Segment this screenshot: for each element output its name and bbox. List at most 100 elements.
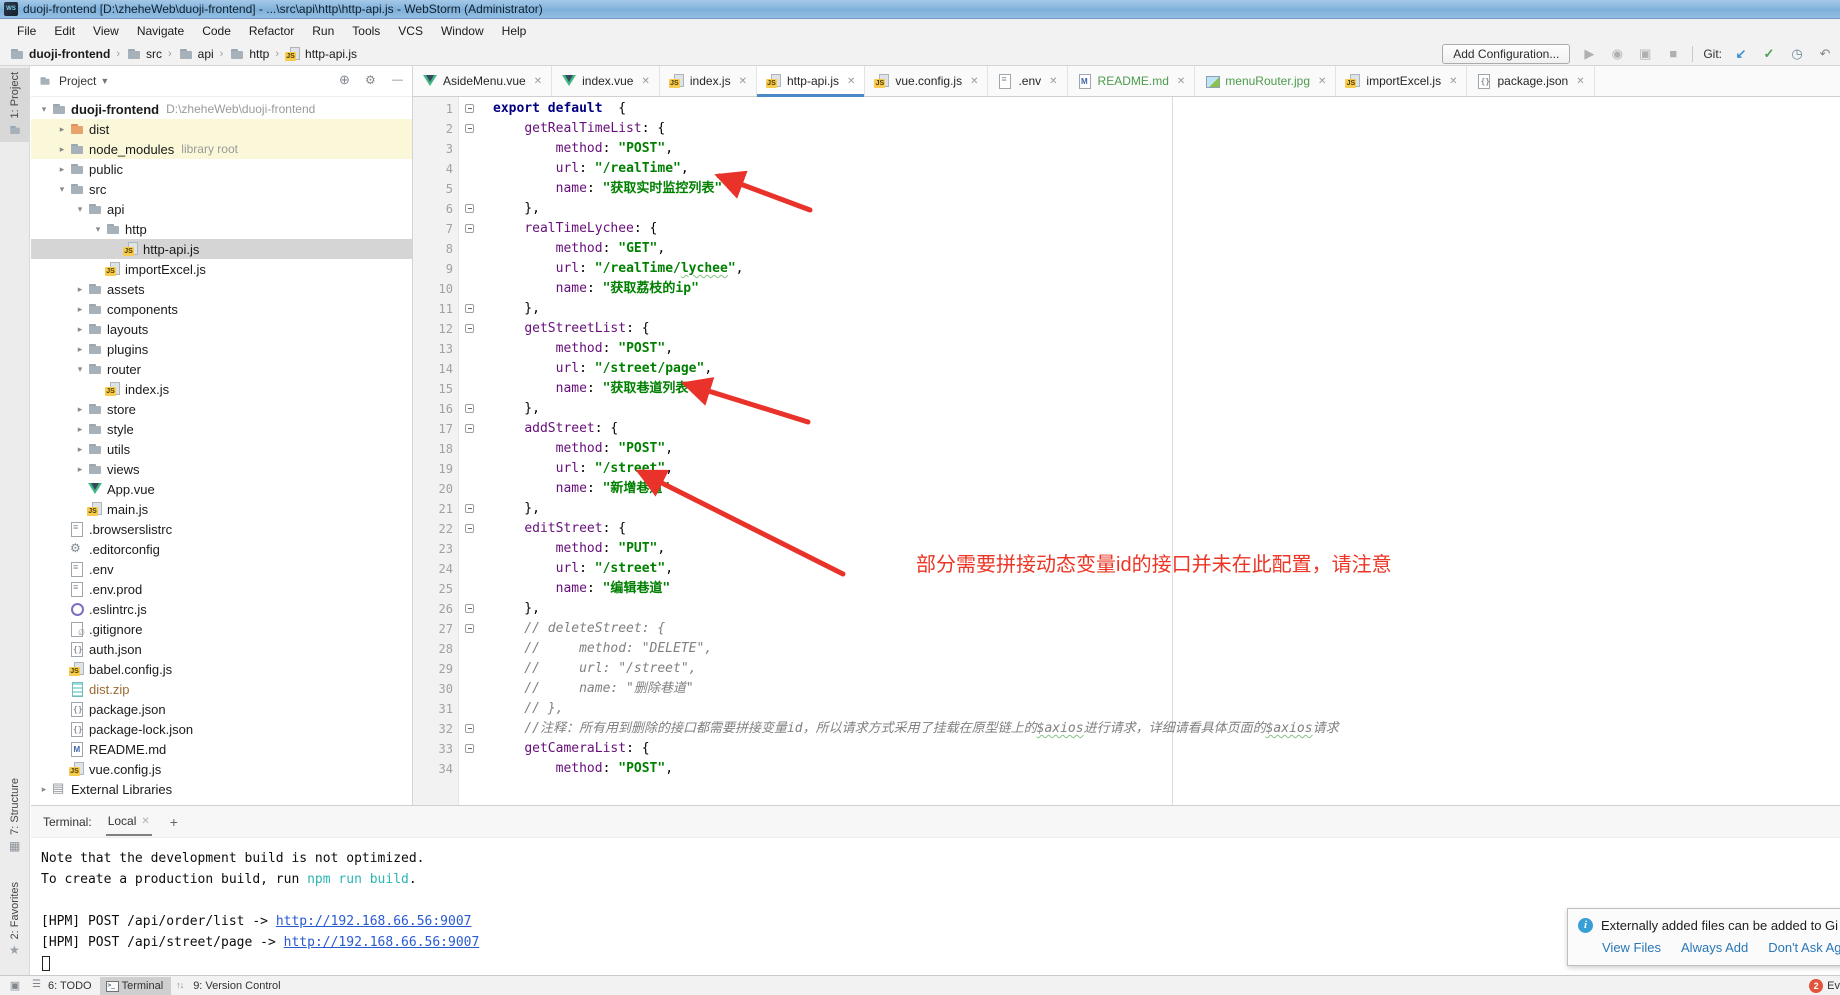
notification-action-don-t-ask-agai[interactable]: Don't Ask Agai [1768, 940, 1840, 955]
chevron-right-icon[interactable]: ▸ [73, 444, 87, 455]
code-line[interactable]: 4 url: "/realTime", [413, 159, 1840, 179]
gear-icon[interactable] [364, 73, 380, 89]
chevron-right-icon[interactable]: ▸ [73, 464, 87, 475]
chevron-right-icon[interactable]: ▸ [37, 784, 51, 795]
editor-tab[interactable]: index.vue✕ [552, 66, 660, 96]
code-line[interactable]: 11 }, [413, 299, 1840, 319]
code-line[interactable]: 18 method: "POST", [413, 439, 1840, 459]
code-line[interactable]: 26 }, [413, 599, 1840, 619]
tree-item[interactable]: package-lock.json [31, 719, 412, 739]
tab-close-icon[interactable]: ✕ [1449, 76, 1457, 87]
editor-tab[interactable]: menuRouter.jpg✕ [1195, 66, 1336, 96]
event-log-label[interactable]: Ev [1827, 980, 1840, 992]
stripe-project-button[interactable]: 1: Project [0, 68, 30, 142]
chevron-down-icon[interactable]: ▾ [73, 364, 87, 375]
menu-item-vcs[interactable]: VCS [389, 21, 432, 41]
fold-end-icon[interactable] [465, 204, 474, 213]
code-line[interactable]: 16 }, [413, 399, 1840, 419]
tree-item[interactable]: vue.config.js [31, 759, 412, 779]
tree-item[interactable]: ▸utils [31, 439, 412, 459]
chevron-right-icon[interactable]: ▸ [55, 124, 69, 135]
notification-action-always-add[interactable]: Always Add [1681, 940, 1748, 955]
hide-panel-icon[interactable] [390, 73, 406, 89]
code-line[interactable]: 21 }, [413, 499, 1840, 519]
editor-tab[interactable]: importExcel.js✕ [1336, 66, 1467, 96]
terminal-link[interactable]: http://192.168.66.56:9007 [284, 935, 480, 950]
code-line[interactable]: 3 method: "POST", [413, 139, 1840, 159]
tree-item[interactable]: babel.config.js [31, 659, 412, 679]
fold-end-icon[interactable] [465, 724, 474, 733]
git-update-icon[interactable]: ↙ [1732, 46, 1750, 62]
chevron-right-icon[interactable]: ▸ [73, 284, 87, 295]
code-line[interactable]: 33 getCameraList: { [413, 739, 1840, 759]
editor-tab[interactable]: index.js✕ [660, 66, 757, 96]
menu-item-navigate[interactable]: Navigate [128, 21, 193, 41]
code-line[interactable]: 29 // url: "/street", [413, 659, 1840, 679]
code-line[interactable]: 34 method: "POST", [413, 759, 1840, 779]
code-line[interactable]: 8 method: "GET", [413, 239, 1840, 259]
breadcrumb-item[interactable]: src [123, 45, 165, 63]
tree-item[interactable]: ▸public [31, 159, 412, 179]
tree-item[interactable]: .env [31, 559, 412, 579]
code-line[interactable]: 32 //注释：所有用到删除的接口都需要拼接变量id，所以请求方式采用了挂载在原… [413, 719, 1840, 739]
code-line[interactable]: 27 // deleteStreet: { [413, 619, 1840, 639]
breadcrumb-item[interactable]: http [226, 45, 272, 63]
code-line[interactable]: 20 name: "新增巷道" [413, 479, 1840, 499]
new-terminal-session-icon[interactable]: + [170, 814, 178, 830]
locate-file-icon[interactable] [338, 73, 354, 89]
git-commit-icon[interactable]: ✓ [1760, 46, 1778, 62]
code-line[interactable]: 7 realTimeLychee: { [413, 219, 1840, 239]
chevron-right-icon[interactable]: ▸ [73, 404, 87, 415]
tree-item[interactable]: ▸components [31, 299, 412, 319]
chevron-right-icon[interactable]: ▸ [73, 304, 87, 315]
rollback-icon[interactable]: ↶ [1816, 46, 1834, 62]
tree-item[interactable]: ▸External Libraries [31, 779, 412, 799]
tab-close-icon[interactable]: ✕ [847, 76, 855, 87]
statusbar-item-6-todo[interactable]: 6: TODO [26, 977, 100, 995]
menu-item-file[interactable]: File [8, 21, 45, 41]
fold-start-icon[interactable] [465, 424, 474, 433]
stop-icon[interactable]: ■ [1664, 46, 1682, 61]
code-line[interactable]: 12 getStreetList: { [413, 319, 1840, 339]
tree-item[interactable]: ▸plugins [31, 339, 412, 359]
tree-item[interactable]: ▸store [31, 399, 412, 419]
tree-item[interactable]: ▸dist [31, 119, 412, 139]
event-count-badge[interactable]: 2 [1809, 979, 1823, 993]
chevron-right-icon[interactable]: ▸ [73, 424, 87, 435]
tree-item[interactable]: .browserslistrc [31, 519, 412, 539]
code-line[interactable]: 19 url: "/street", [413, 459, 1840, 479]
menu-item-code[interactable]: Code [193, 21, 240, 41]
chevron-down-icon[interactable]: ▾ [91, 224, 105, 235]
tab-close-icon[interactable]: ✕ [1177, 76, 1185, 87]
tree-item[interactable]: README.md [31, 739, 412, 759]
fold-start-icon[interactable] [465, 104, 474, 113]
tree-item[interactable]: ▸views [31, 459, 412, 479]
stripe-structure-button[interactable]: 7: Structure [0, 774, 30, 859]
tree-item[interactable]: ▾src [31, 179, 412, 199]
menu-item-view[interactable]: View [84, 21, 128, 41]
project-panel-title[interactable]: Project [59, 74, 96, 88]
menu-item-tools[interactable]: Tools [343, 21, 389, 41]
tree-item[interactable]: package.json [31, 699, 412, 719]
statusbar-item-terminal[interactable]: Terminal [100, 977, 172, 995]
editor-tab[interactable]: package.json✕ [1467, 66, 1594, 96]
tree-item[interactable]: auth.json [31, 639, 412, 659]
tab-close-icon[interactable]: ✕ [1049, 76, 1057, 87]
chevron-down-icon[interactable]: ▼ [100, 76, 109, 86]
editor-tab[interactable]: http-api.js✕ [757, 66, 865, 96]
code-line[interactable]: 22 editStreet: { [413, 519, 1840, 539]
code-line[interactable]: 14 url: "/street/page", [413, 359, 1840, 379]
fold-end-icon[interactable] [465, 504, 474, 513]
menu-item-help[interactable]: Help [493, 21, 536, 41]
code-line[interactable]: 30 // name: "删除巷道" [413, 679, 1840, 699]
close-icon[interactable]: ✕ [141, 816, 149, 827]
fold-end-icon[interactable] [465, 604, 474, 613]
tree-item[interactable]: ▾http [31, 219, 412, 239]
fold-start-icon[interactable] [465, 624, 474, 633]
tree-item[interactable]: importExcel.js [31, 259, 412, 279]
fold-start-icon[interactable] [465, 124, 474, 133]
chevron-down-icon[interactable]: ▾ [37, 104, 51, 115]
fold-start-icon[interactable] [465, 744, 474, 753]
tree-item[interactable]: .env.prod [31, 579, 412, 599]
run-icon[interactable]: ▶ [1580, 46, 1598, 62]
